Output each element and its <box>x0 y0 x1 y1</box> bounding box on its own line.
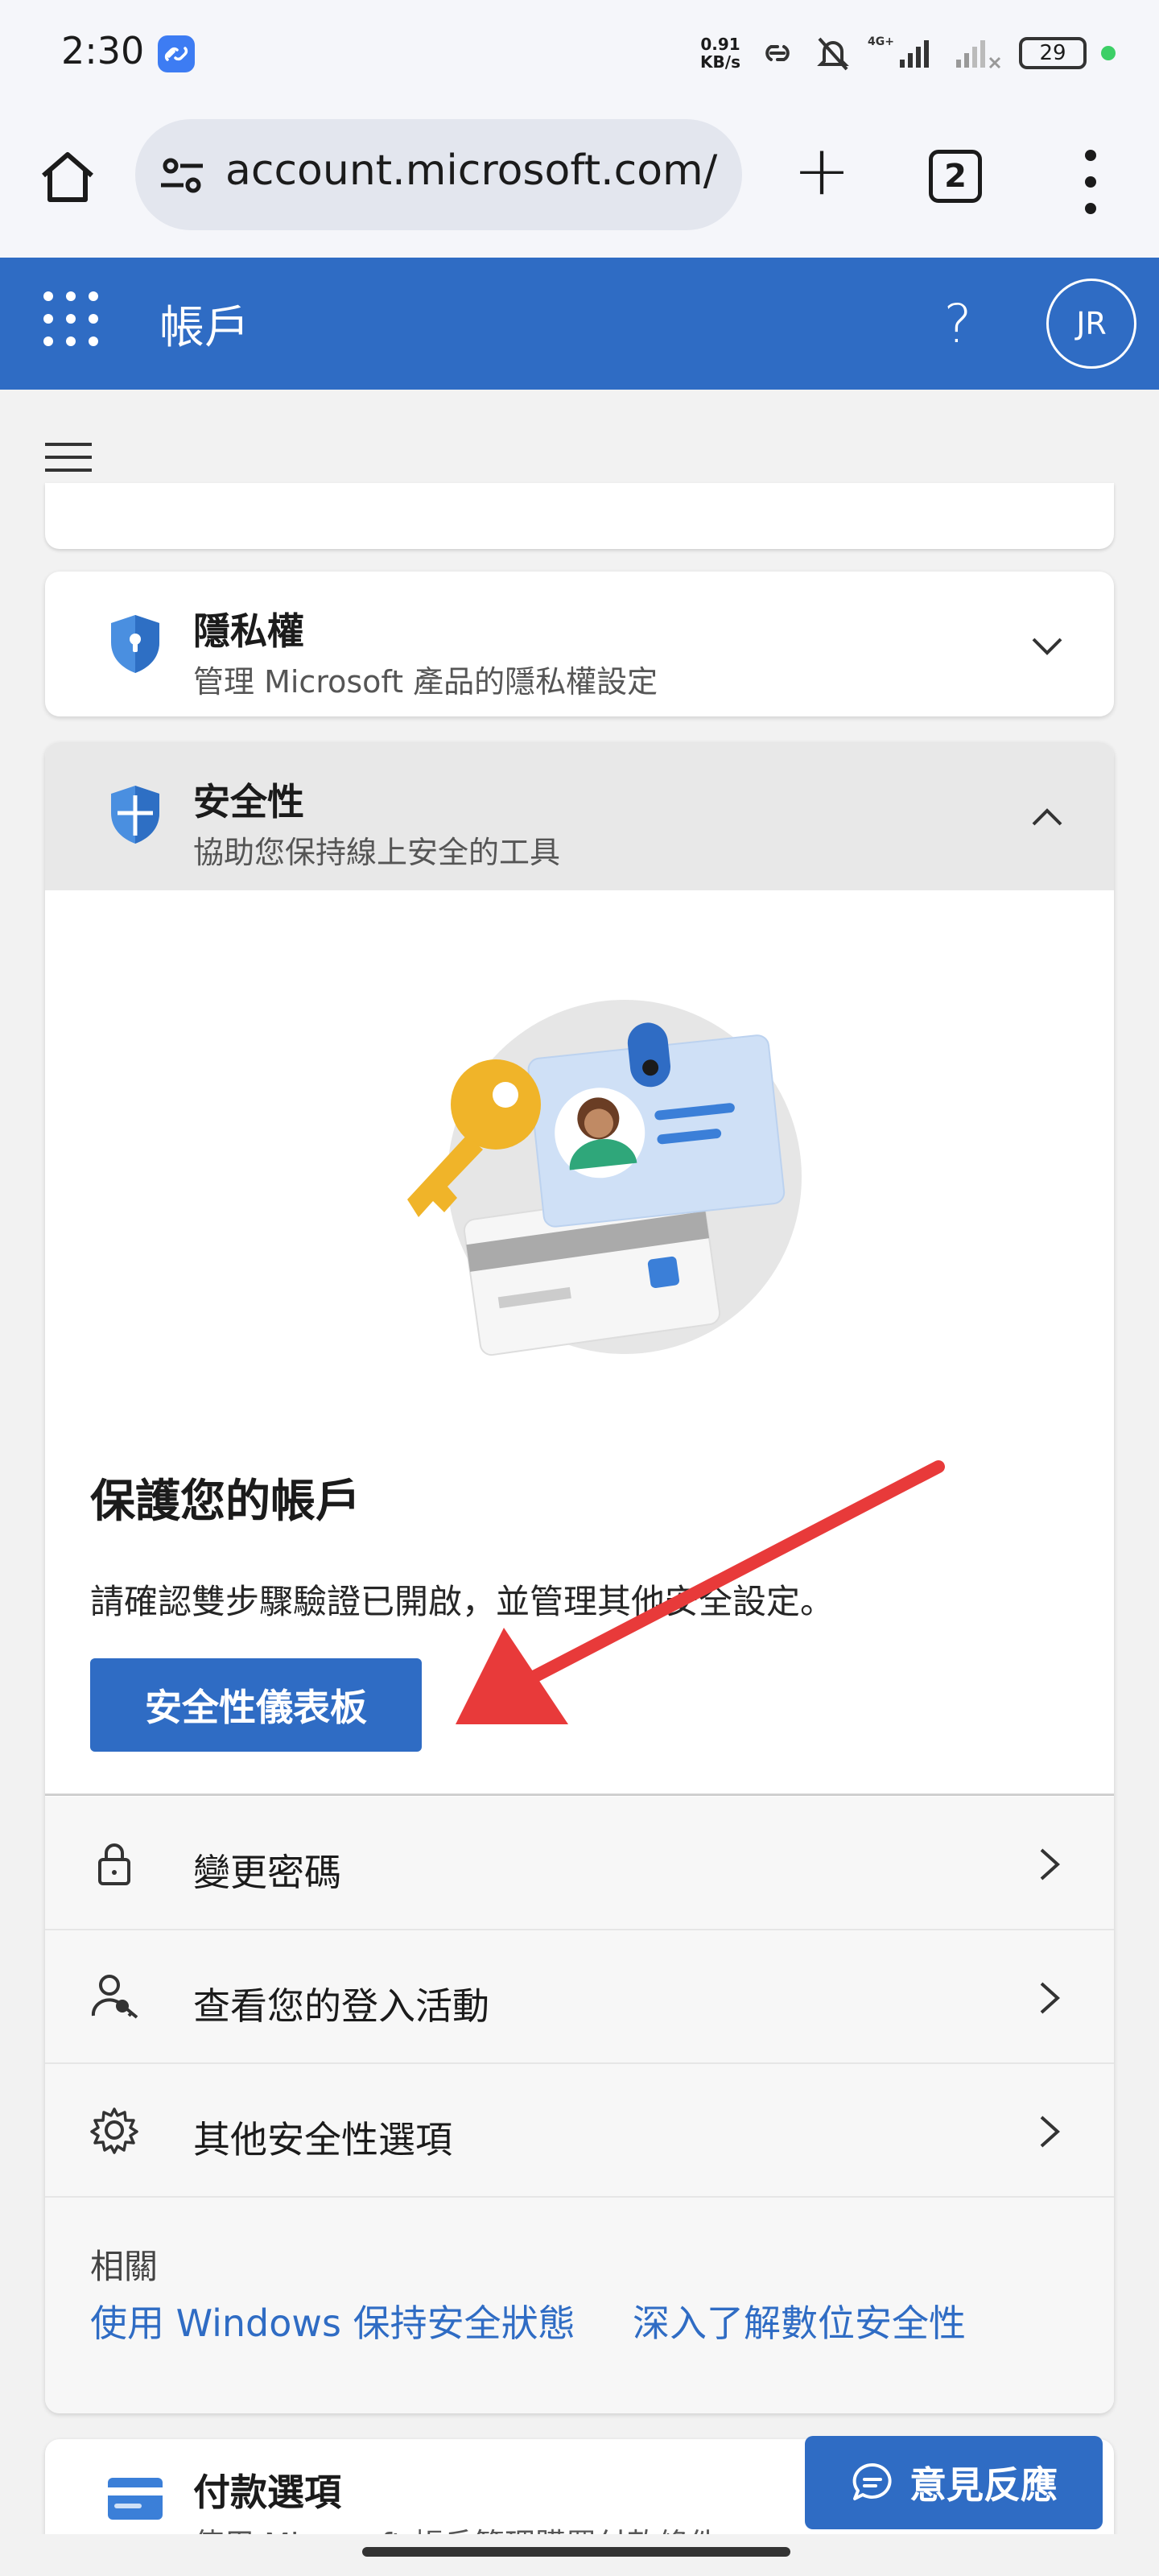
hamburger-menu-icon[interactable] <box>45 443 92 472</box>
change-password-label: 變更密碼 <box>193 1851 341 1894</box>
credit-card-icon <box>108 2478 163 2520</box>
plus-icon: + <box>792 130 852 211</box>
change-password-row[interactable]: 變更密碼 <box>45 1797 1114 1930</box>
privacy-card[interactable]: 隱私權 管理 Microsoft 產品的隱私權設定 <box>45 572 1114 716</box>
mute-bell-icon <box>817 37 849 71</box>
previous-card <box>45 483 1114 549</box>
privacy-title: 隱私權 <box>193 609 304 653</box>
privacy-subtitle: 管理 Microsoft 產品的隱私權設定 <box>193 664 658 700</box>
gesture-home-bar[interactable] <box>362 2547 790 2557</box>
security-title: 安全性 <box>193 780 304 824</box>
svg-text:4G+: 4G+ <box>868 35 894 48</box>
address-bar[interactable]: account.microsoft.com/ <box>135 119 742 230</box>
avatar[interactable]: JR <box>1046 279 1136 369</box>
windows-security-link[interactable]: 使用 Windows 保持安全狀態 <box>90 2294 575 2347</box>
account-header: 帳戶 ? JR <box>0 258 1159 390</box>
security-shield-icon <box>111 786 159 844</box>
more-vert-icon <box>1085 150 1096 161</box>
network-speed: 0.91 KB/s <box>700 35 740 72</box>
related-section: 相關 使用 Windows 保持安全狀態 深入了解數位安全性 <box>45 2198 1114 2413</box>
chevron-down-icon[interactable] <box>1027 626 1067 667</box>
app-launcher-icon[interactable] <box>43 291 100 348</box>
privacy-header[interactable]: 隱私權 管理 Microsoft 產品的隱私權設定 <box>45 572 1114 716</box>
tab-switcher-button[interactable]: 2 <box>929 150 982 203</box>
section-divider <box>45 1794 1114 1796</box>
gear-icon <box>90 2107 138 2154</box>
signal-icon: 4G+ <box>868 35 929 68</box>
protect-account-title: 保護您的帳戶 <box>90 1476 361 1528</box>
more-security-options-row[interactable]: 其他安全性選項 <box>45 2064 1114 2198</box>
more-security-options-label: 其他安全性選項 <box>193 2118 452 2161</box>
home-button[interactable] <box>35 145 100 209</box>
sign-in-activity-row[interactable]: 查看您的登入活動 <box>45 1930 1114 2064</box>
security-card: 安全性 協助您保持線上安全的工具 保護您的帳戶 請確認雙步驟驗證已開啟，並管理其… <box>45 742 1114 2413</box>
browser-menu-button[interactable] <box>1070 150 1111 214</box>
security-subtitle: 協助您保持線上安全的工具 <box>193 835 561 870</box>
chevron-right-icon <box>1040 1982 1060 2014</box>
chevron-right-icon <box>1040 2116 1060 2148</box>
header-title: 帳戶 <box>159 302 250 354</box>
security-dashboard-button[interactable]: 安全性儀表板 <box>90 1658 422 1752</box>
chat-bubble-icon <box>852 2462 892 2500</box>
user-key-icon <box>91 1975 138 2019</box>
new-tab-button[interactable]: + <box>786 136 858 209</box>
status-time: 2:30 <box>61 29 145 72</box>
site-settings-icon[interactable] <box>158 151 206 200</box>
security-header[interactable]: 安全性 協助您保持線上安全的工具 <box>45 742 1114 890</box>
privacy-dot <box>1101 46 1116 60</box>
chevron-up-icon[interactable] <box>1027 797 1067 837</box>
link-notification-icon <box>158 35 195 72</box>
signal-weak-icon <box>956 40 1001 69</box>
digital-security-link[interactable]: 深入了解數位安全性 <box>633 2294 966 2347</box>
account-security-illustration <box>407 1000 802 1356</box>
hotspot-link-icon <box>765 45 790 61</box>
privacy-shield-icon <box>111 615 159 673</box>
help-icon[interactable]: ? <box>934 293 982 357</box>
related-title: 相關 <box>90 2247 159 2286</box>
payment-options-title: 付款選項 <box>193 2471 341 2514</box>
sign-in-activity-label: 查看您的登入活動 <box>193 1984 489 2028</box>
lock-icon <box>98 1843 130 1885</box>
feedback-button[interactable]: 意見反應 <box>805 2436 1103 2529</box>
status-bar: 2:30 0.91 KB/s 4G+ 29 <box>0 0 1159 105</box>
home-icon <box>42 152 93 202</box>
chevron-right-icon <box>1040 1848 1060 1880</box>
protect-account-description: 請確認雙步驟驗證已開啟，並管理其他安全設定。 <box>90 1582 835 1621</box>
browser-toolbar: account.microsoft.com/ + 2 <box>0 105 1159 258</box>
url-text[interactable]: account.microsoft.com/ <box>225 147 724 195</box>
feedback-label: 意見反應 <box>909 2463 1058 2507</box>
battery-indicator: 29 <box>1019 37 1087 69</box>
